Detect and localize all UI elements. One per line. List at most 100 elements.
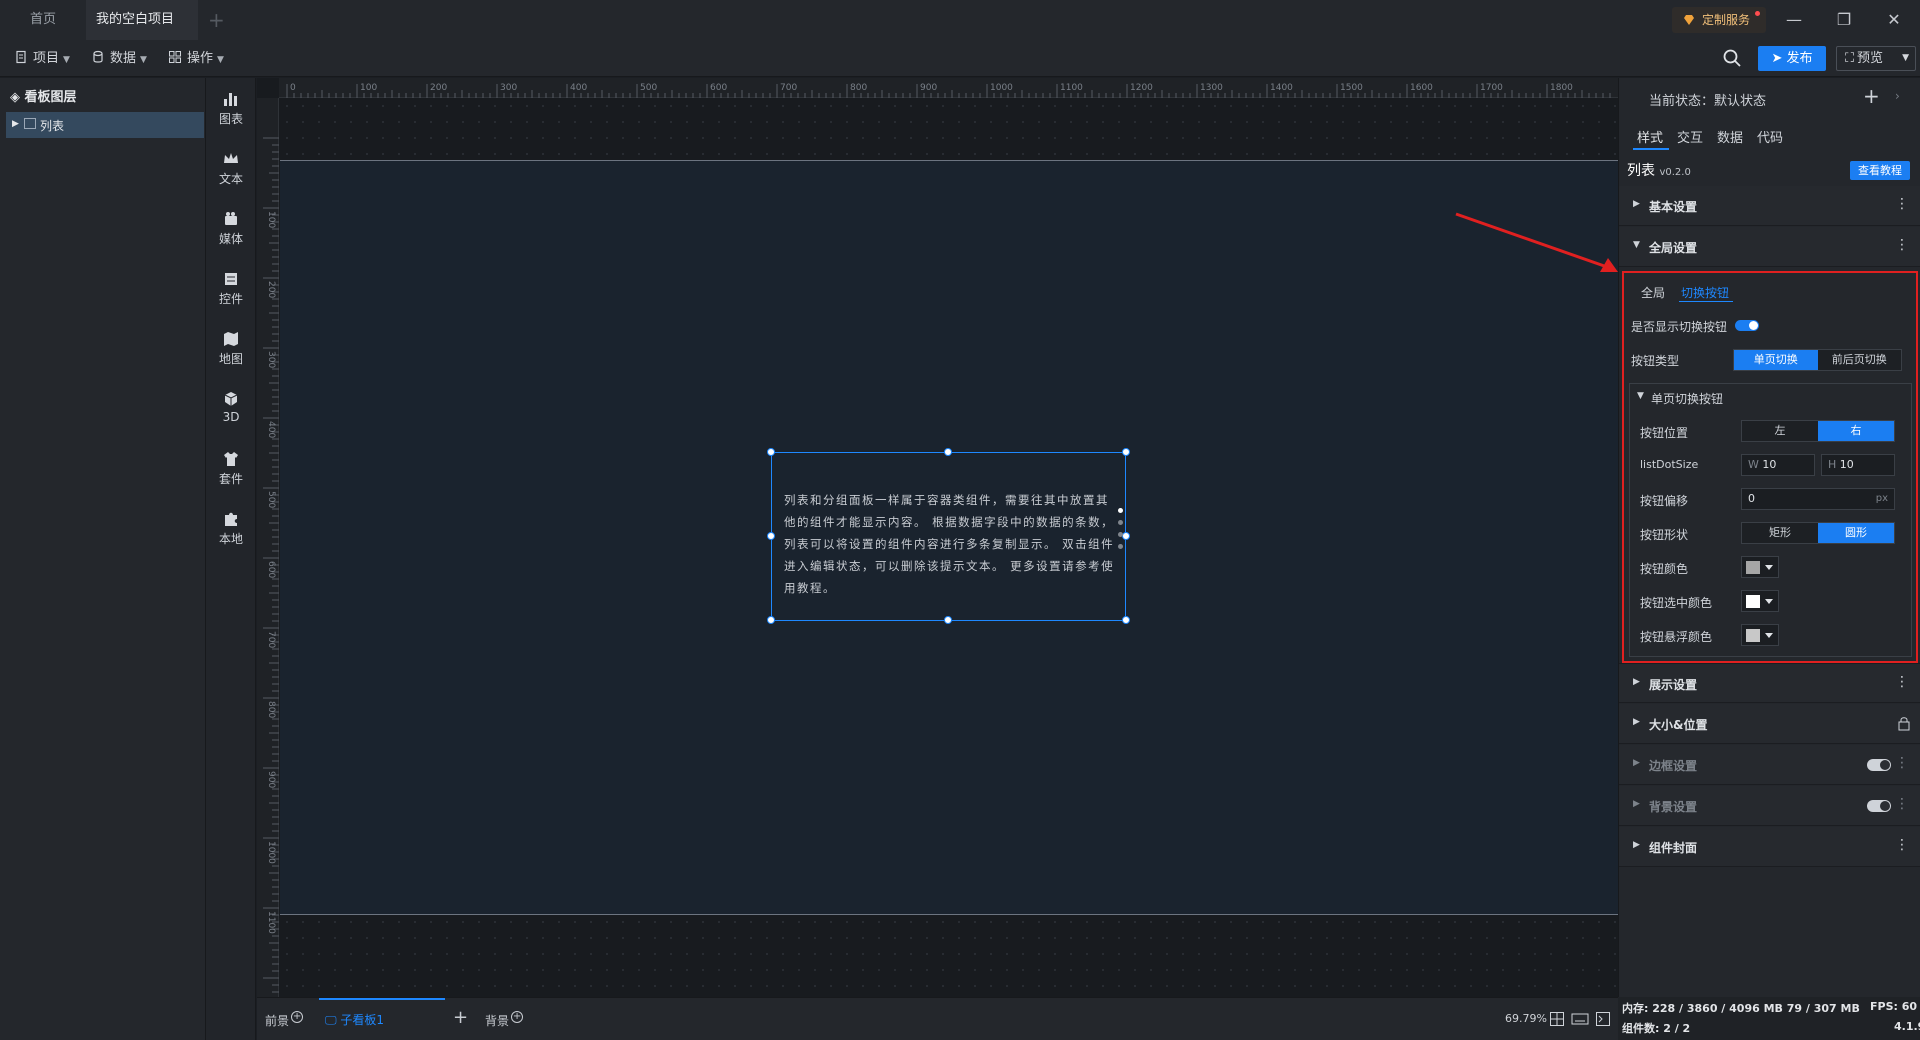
terminal-icon[interactable] [1595, 1011, 1611, 1027]
menu-data[interactable]: 数据 ▼ [91, 40, 147, 77]
dot-width-prefix: W [1748, 458, 1759, 471]
option-left[interactable]: 左 [1742, 421, 1818, 441]
background-toggle[interactable] [1867, 800, 1891, 812]
tab-home[interactable]: 首页 [12, 0, 74, 40]
resize-handle[interactable] [944, 448, 952, 456]
tab-project[interactable]: 我的空白项目 [86, 0, 198, 64]
chevron-down-icon[interactable]: ▼ [1902, 47, 1909, 70]
color-picker[interactable] [1741, 556, 1779, 578]
preview-button[interactable]: ⛶ 预览 ▼ [1836, 46, 1916, 71]
add-circle-icon[interactable]: + [511, 1011, 524, 1023]
color-swatch [1746, 629, 1760, 642]
position-selector[interactable]: 左 右 [1741, 420, 1895, 442]
show-switch-toggle[interactable] [1735, 320, 1759, 331]
resize-handle[interactable] [767, 448, 775, 456]
dot-height-input[interactable]: H 10 [1821, 454, 1895, 476]
resize-handle[interactable] [944, 616, 952, 624]
component-suite[interactable]: 套件 [206, 450, 256, 487]
resize-handle[interactable] [767, 532, 775, 540]
section-global[interactable]: ▼ 全局设置 ⋮ [1619, 227, 1920, 267]
shape-selector[interactable]: 矩形 圆形 [1741, 522, 1895, 544]
layer-item-list[interactable]: ▶ 列表 [6, 112, 204, 138]
minimize-icon[interactable]: — [1782, 8, 1806, 32]
add-board-icon[interactable]: + [453, 1007, 468, 1028]
section-size-position[interactable]: ▶ 大小&位置 [1619, 704, 1920, 744]
resize-handle[interactable] [1122, 616, 1130, 624]
component-label: 地图 [218, 352, 243, 366]
tutorial-button[interactable]: 查看教程 [1850, 161, 1910, 180]
add-tab-icon[interactable]: + [208, 8, 225, 32]
fit-screen-icon[interactable] [1549, 1011, 1565, 1027]
resize-handle[interactable] [767, 616, 775, 624]
chevron-right-icon[interactable]: › [1895, 89, 1900, 103]
menu-project[interactable]: 项目 ▼ [14, 40, 70, 77]
section-border[interactable]: ▶ 边框设置 ⋮ [1619, 745, 1920, 785]
chevron-down-icon: ▼ [217, 55, 224, 65]
add-circle-icon[interactable]: + [291, 1011, 304, 1023]
ruler-label: 1100 [266, 911, 276, 934]
component-3d[interactable]: 3D [206, 390, 256, 424]
custom-service-label: 定制服务 [1702, 13, 1751, 27]
close-icon[interactable]: ✕ [1882, 8, 1906, 32]
tab-style[interactable]: 样式 [1637, 127, 1663, 146]
add-state-icon[interactable]: + [1863, 84, 1880, 108]
more-vertical-icon[interactable]: ⋮ [1895, 796, 1909, 812]
lock-icon[interactable] [1897, 716, 1911, 731]
subtab-switch-button[interactable]: 切换按钮 [1681, 284, 1729, 301]
section-cover[interactable]: ▶ 组件封面 ⋮ [1619, 827, 1920, 867]
board-tab-foreground[interactable]: 前景 + [265, 1011, 304, 1029]
more-vertical-icon[interactable]: ⋮ [1895, 237, 1909, 253]
option-circle[interactable]: 圆形 [1818, 523, 1894, 543]
search-icon[interactable] [1722, 48, 1742, 68]
component-chart[interactable]: 图表 [206, 90, 256, 127]
dot-width-input[interactable]: W 10 [1741, 454, 1815, 476]
button-type-selector[interactable]: 单页切换 前后页切换 [1733, 349, 1902, 371]
caret-down-icon[interactable]: ▼ [1637, 391, 1644, 401]
hover-color-picker[interactable] [1741, 624, 1779, 646]
more-vertical-icon[interactable]: ⋮ [1895, 755, 1909, 771]
zoom-level[interactable]: 69.79% [1505, 1012, 1547, 1025]
component-media[interactable]: 媒体 [206, 210, 256, 247]
option-prev-next[interactable]: 前后页切换 [1817, 350, 1901, 370]
keyboard-icon[interactable] [1571, 1011, 1589, 1027]
more-vertical-icon[interactable]: ⋮ [1895, 837, 1909, 853]
border-toggle[interactable] [1867, 759, 1891, 771]
selected-color-picker[interactable] [1741, 590, 1779, 612]
shirt-icon [224, 452, 238, 466]
section-display[interactable]: ▶ 展示设置 ⋮ [1619, 663, 1920, 703]
tab-project-label: 我的空白项目 [96, 12, 175, 27]
expand-arrow-icon[interactable]: ▶ [12, 119, 19, 129]
component-text[interactable]: 文本 [206, 150, 256, 187]
component-local[interactable]: 本地 [206, 510, 256, 547]
ruler-horizontal[interactable]: 0 100 200 300 400 500 600 700 800 900 1000 1100 1200… [279, 78, 1618, 98]
tab-interaction[interactable]: 交互 [1677, 127, 1703, 146]
option-single-page[interactable]: 单页切换 [1734, 350, 1818, 370]
tab-data[interactable]: 数据 [1717, 127, 1743, 146]
custom-service-button[interactable]: 定制服务 [1672, 7, 1766, 33]
restore-icon[interactable]: ❐ [1832, 8, 1856, 32]
more-vertical-icon[interactable]: ⋮ [1895, 196, 1909, 212]
board-tab-sub1[interactable]: 🖵 子看板1 [325, 1011, 384, 1028]
list-pagination-dots[interactable] [1118, 508, 1124, 560]
pagination-dot[interactable] [1118, 532, 1123, 537]
resize-handle[interactable] [1122, 448, 1130, 456]
ruler-label: 600 [266, 561, 276, 578]
option-right[interactable]: 右 [1818, 421, 1894, 441]
more-vertical-icon[interactable]: ⋮ [1895, 674, 1909, 690]
pagination-dot[interactable] [1118, 544, 1123, 549]
pagination-dot[interactable] [1118, 520, 1123, 525]
section-basic[interactable]: ▶ 基本设置 ⋮ [1619, 186, 1920, 226]
board-tab-background[interactable]: 背景 + [485, 1011, 524, 1029]
section-background[interactable]: ▶ 背景设置 ⋮ [1619, 786, 1920, 826]
pagination-dot-active[interactable] [1118, 508, 1123, 513]
ruler-vertical[interactable]: 100 200 300 400 500 600 700 800 900 1000 1100 [257, 98, 279, 997]
component-widget[interactable]: 控件 [206, 270, 256, 307]
subtab-global[interactable]: 全局 [1641, 284, 1665, 301]
layers-panel-title: ◈ 看板图层 [10, 86, 77, 105]
menu-operation[interactable]: 操作 ▼ [168, 40, 224, 77]
publish-button[interactable]: ➤ 发布 [1758, 46, 1826, 71]
component-map[interactable]: 地图 [206, 330, 256, 367]
tab-code[interactable]: 代码 [1757, 127, 1783, 146]
offset-input[interactable]: 0 px [1741, 488, 1895, 510]
option-rectangle[interactable]: 矩形 [1742, 523, 1818, 543]
